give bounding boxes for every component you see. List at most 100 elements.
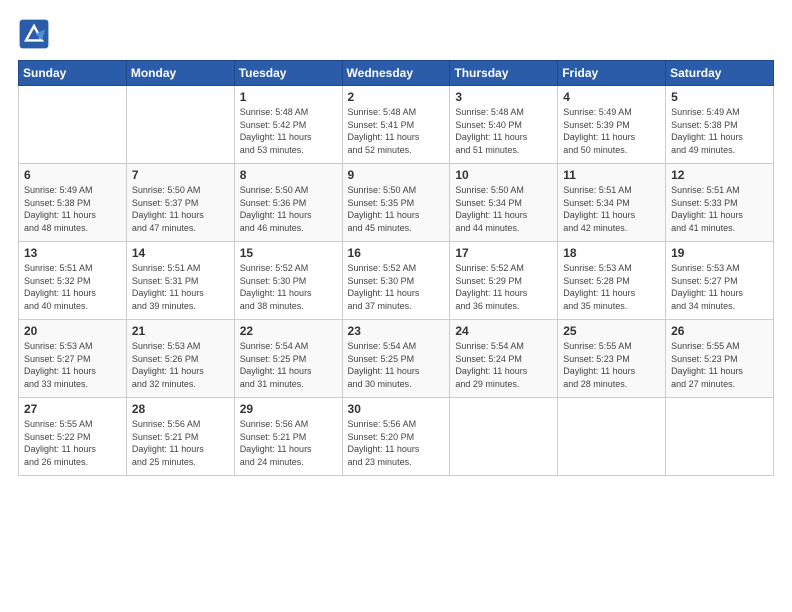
cell-content: Sunrise: 5:53 AM Sunset: 5:27 PM Dayligh…	[24, 340, 121, 390]
calendar-cell: 21Sunrise: 5:53 AM Sunset: 5:26 PM Dayli…	[126, 320, 234, 398]
calendar-cell: 24Sunrise: 5:54 AM Sunset: 5:24 PM Dayli…	[450, 320, 558, 398]
day-number: 25	[563, 324, 660, 338]
week-row: 20 Sunrise: 5:53 AM Sunset: 5:27 PM Dayli…	[19, 320, 774, 398]
page: Sunday Monday Tuesday Wednesday Thursday…	[0, 0, 792, 612]
cell-content: Sunrise: 5:51 AM Sunset: 5:31 PM Dayligh…	[132, 262, 229, 312]
day-number: 23	[348, 324, 445, 338]
calendar-cell: 26Sunrise: 5:55 AM Sunset: 5:23 PM Dayli…	[666, 320, 774, 398]
calendar-cell: 15 Sunrise: 5:52 AM Sunset: 5:30 PM Dayli…	[234, 242, 342, 320]
cell-content: Sunrise: 5:55 AM Sunset: 5:23 PM Dayligh…	[671, 340, 768, 390]
cell-content: Sunrise: 5:56 AM Sunset: 5:20 PM Dayligh…	[348, 418, 445, 468]
calendar-cell: 25 Sunrise: 5:55 AM Sunset: 5:23 PM Dayli…	[558, 320, 666, 398]
cell-content: Sunrise: 5:53 AM Sunset: 5:26 PM Dayligh…	[132, 340, 229, 390]
day-number: 13	[24, 246, 121, 260]
cell-content: Sunrise: 5:51 AM Sunset: 5:32 PM Dayligh…	[24, 262, 121, 312]
day-number: 14	[132, 246, 229, 260]
day-number: 4	[563, 90, 660, 104]
calendar-cell: 20 Sunrise: 5:53 AM Sunset: 5:27 PM Dayli…	[19, 320, 127, 398]
day-number: 29	[240, 402, 337, 416]
day-number: 6	[24, 168, 121, 182]
calendar-cell: 4Sunrise: 5:49 AM Sunset: 5:39 PM Daylig…	[558, 86, 666, 164]
calendar-cell: 1 Sunrise: 5:48 AM Sunset: 5:42 PM Daylig…	[234, 86, 342, 164]
cell-content: Sunrise: 5:48 AM Sunset: 5:41 PM Dayligh…	[348, 106, 445, 156]
calendar-cell: 19Sunrise: 5:53 AM Sunset: 5:27 PM Dayli…	[666, 242, 774, 320]
cell-content: Sunrise: 5:55 AM Sunset: 5:22 PM Dayligh…	[24, 418, 121, 468]
calendar-cell	[126, 86, 234, 164]
cell-content: Sunrise: 5:56 AM Sunset: 5:21 PM Dayligh…	[132, 418, 229, 468]
col-saturday: Saturday	[666, 61, 774, 86]
cell-content: Sunrise: 5:48 AM Sunset: 5:40 PM Dayligh…	[455, 106, 552, 156]
calendar-cell: 28 Sunrise: 5:56 AM Sunset: 5:21 PM Dayli…	[126, 398, 234, 476]
calendar-cell	[450, 398, 558, 476]
day-number: 16	[348, 246, 445, 260]
day-number: 22	[240, 324, 337, 338]
week-row: 1 Sunrise: 5:48 AM Sunset: 5:42 PM Daylig…	[19, 86, 774, 164]
col-wednesday: Wednesday	[342, 61, 450, 86]
calendar-cell: 13 Sunrise: 5:51 AM Sunset: 5:32 PM Dayli…	[19, 242, 127, 320]
calendar-cell: 27 Sunrise: 5:55 AM Sunset: 5:22 PM Dayli…	[19, 398, 127, 476]
header-row: Sunday Monday Tuesday Wednesday Thursday…	[19, 61, 774, 86]
day-number: 8	[240, 168, 337, 182]
cell-content: Sunrise: 5:52 AM Sunset: 5:30 PM Dayligh…	[240, 262, 337, 312]
cell-content: Sunrise: 5:51 AM Sunset: 5:34 PM Dayligh…	[563, 184, 660, 234]
cell-content: Sunrise: 5:56 AM Sunset: 5:21 PM Dayligh…	[240, 418, 337, 468]
calendar-cell: 9 Sunrise: 5:50 AM Sunset: 5:35 PM Daylig…	[342, 164, 450, 242]
cell-content: Sunrise: 5:53 AM Sunset: 5:28 PM Dayligh…	[563, 262, 660, 312]
calendar-cell: 2 Sunrise: 5:48 AM Sunset: 5:41 PM Daylig…	[342, 86, 450, 164]
week-row: 13 Sunrise: 5:51 AM Sunset: 5:32 PM Dayli…	[19, 242, 774, 320]
cell-content: Sunrise: 5:50 AM Sunset: 5:37 PM Dayligh…	[132, 184, 229, 234]
day-number: 18	[563, 246, 660, 260]
day-number: 19	[671, 246, 768, 260]
day-number: 28	[132, 402, 229, 416]
col-friday: Friday	[558, 61, 666, 86]
day-number: 24	[455, 324, 552, 338]
cell-content: Sunrise: 5:55 AM Sunset: 5:23 PM Dayligh…	[563, 340, 660, 390]
day-number: 3	[455, 90, 552, 104]
day-number: 7	[132, 168, 229, 182]
day-number: 5	[671, 90, 768, 104]
cell-content: Sunrise: 5:52 AM Sunset: 5:29 PM Dayligh…	[455, 262, 552, 312]
week-row: 6Sunrise: 5:49 AM Sunset: 5:38 PM Daylig…	[19, 164, 774, 242]
logo	[18, 18, 54, 50]
week-row: 27 Sunrise: 5:55 AM Sunset: 5:22 PM Dayli…	[19, 398, 774, 476]
calendar-cell: 16Sunrise: 5:52 AM Sunset: 5:30 PM Dayli…	[342, 242, 450, 320]
day-number: 11	[563, 168, 660, 182]
calendar-cell: 22 Sunrise: 5:54 AM Sunset: 5:25 PM Dayli…	[234, 320, 342, 398]
calendar-table: Sunday Monday Tuesday Wednesday Thursday…	[18, 60, 774, 476]
calendar-cell: 6Sunrise: 5:49 AM Sunset: 5:38 PM Daylig…	[19, 164, 127, 242]
calendar-cell	[19, 86, 127, 164]
day-number: 17	[455, 246, 552, 260]
calendar-cell: 23 Sunrise: 5:54 AM Sunset: 5:25 PM Dayli…	[342, 320, 450, 398]
day-number: 10	[455, 168, 552, 182]
cell-content: Sunrise: 5:54 AM Sunset: 5:25 PM Dayligh…	[240, 340, 337, 390]
day-number: 9	[348, 168, 445, 182]
col-monday: Monday	[126, 61, 234, 86]
day-number: 20	[24, 324, 121, 338]
day-number: 30	[348, 402, 445, 416]
day-number: 1	[240, 90, 337, 104]
calendar-cell: 14 Sunrise: 5:51 AM Sunset: 5:31 PM Dayli…	[126, 242, 234, 320]
col-tuesday: Tuesday	[234, 61, 342, 86]
day-number: 2	[348, 90, 445, 104]
col-sunday: Sunday	[19, 61, 127, 86]
calendar-cell: 10 Sunrise: 5:50 AM Sunset: 5:34 PM Dayli…	[450, 164, 558, 242]
cell-content: Sunrise: 5:51 AM Sunset: 5:33 PM Dayligh…	[671, 184, 768, 234]
calendar-cell: 3 Sunrise: 5:48 AM Sunset: 5:40 PM Daylig…	[450, 86, 558, 164]
calendar-cell	[558, 398, 666, 476]
cell-content: Sunrise: 5:54 AM Sunset: 5:25 PM Dayligh…	[348, 340, 445, 390]
day-number: 12	[671, 168, 768, 182]
cell-content: Sunrise: 5:50 AM Sunset: 5:34 PM Dayligh…	[455, 184, 552, 234]
cell-content: Sunrise: 5:50 AM Sunset: 5:36 PM Dayligh…	[240, 184, 337, 234]
cell-content: Sunrise: 5:50 AM Sunset: 5:35 PM Dayligh…	[348, 184, 445, 234]
calendar-cell: 8 Sunrise: 5:50 AM Sunset: 5:36 PM Daylig…	[234, 164, 342, 242]
logo-icon	[18, 18, 50, 50]
day-number: 15	[240, 246, 337, 260]
cell-content: Sunrise: 5:48 AM Sunset: 5:42 PM Dayligh…	[240, 106, 337, 156]
calendar-cell: 30 Sunrise: 5:56 AM Sunset: 5:20 PM Dayli…	[342, 398, 450, 476]
calendar-cell: 18 Sunrise: 5:53 AM Sunset: 5:28 PM Dayli…	[558, 242, 666, 320]
header	[18, 18, 774, 50]
day-number: 27	[24, 402, 121, 416]
calendar-cell: 29 Sunrise: 5:56 AM Sunset: 5:21 PM Dayli…	[234, 398, 342, 476]
calendar-cell	[666, 398, 774, 476]
col-thursday: Thursday	[450, 61, 558, 86]
